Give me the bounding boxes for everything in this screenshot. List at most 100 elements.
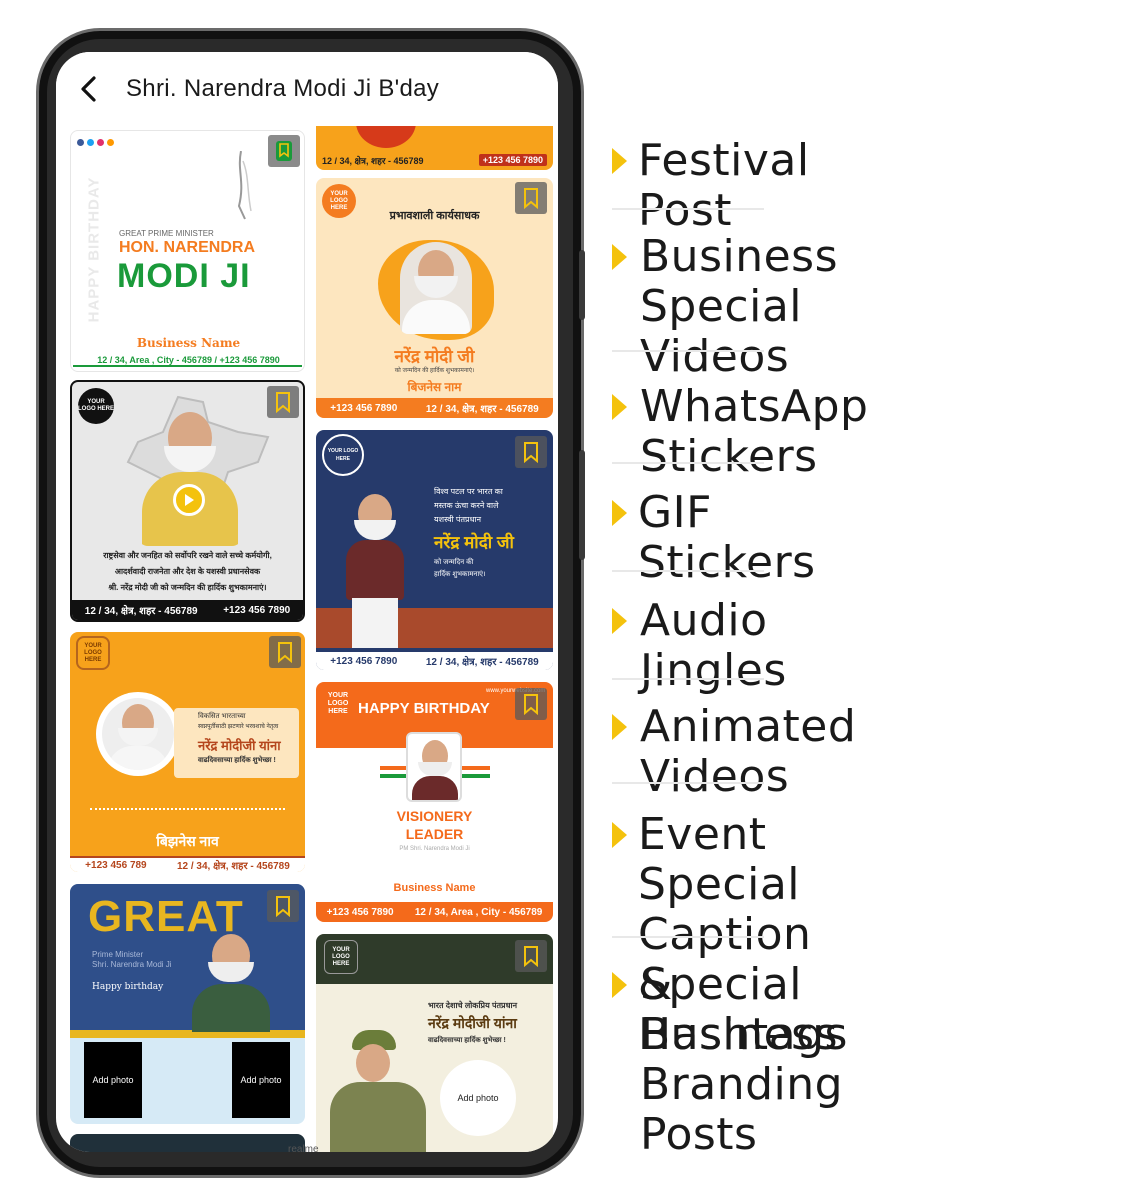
logo-placeholder: YOUR LOGO HERE [322, 434, 364, 476]
card-line-3: Happy birthday [92, 982, 164, 992]
card-line-1: GREAT PRIME MINISTER [119, 229, 214, 238]
card-line-1: राष्ट्रसेवा और जनहित को सर्वोपरि रखने वा… [103, 551, 272, 560]
divider [90, 808, 285, 810]
divider [612, 350, 764, 352]
logo-placeholder: YOUR LOGO HERE [76, 636, 110, 670]
arrow-bullet-icon [612, 148, 627, 174]
template-card[interactable]: YOUR LOGO HERE विकसित भारताच्या स्वप्नपू… [70, 632, 305, 872]
bookmark-button[interactable] [515, 182, 547, 214]
card-line-1: Prime Minister [92, 950, 144, 959]
card-heading: HAPPY BIRTHDAY [358, 700, 490, 717]
bookmark-icon [524, 946, 538, 967]
arrow-bullet-icon [612, 714, 627, 740]
logo-placeholder: YOUR LOGO HERE [327, 692, 349, 715]
card-line-2: Shri. Narendra Modi Ji [92, 960, 172, 969]
arrow-bullet-icon [612, 972, 627, 998]
template-card[interactable] [70, 1134, 305, 1152]
template-card[interactable]: YOUR LOGO HERE भारत देशाचे लोकप्रिय पंतप… [316, 934, 553, 1152]
card-footer-bar: +123 456 7890 12 / 34, Area , City - 456… [316, 902, 553, 922]
address-text: 12 / 34, क्षेत्र, शहर - 456789 [176, 861, 290, 872]
card-business: Business Name [393, 882, 476, 894]
wish-text: को जन्मदिन की हार्दिक शुभकामनाएं। [394, 368, 475, 374]
card-line-2: मस्तक ऊंचा करने वाले [434, 501, 499, 510]
wish-text: वाढदिवसाच्या हार्दिक शुभेच्छा ! [198, 757, 276, 764]
card-line-2: HON. NARENDRA [119, 239, 255, 256]
template-card[interactable]: YOUR LOGO HERE प्रभावशाली कार्यसाधक नरें… [316, 178, 553, 418]
bookmark-button[interactable] [515, 436, 547, 468]
feature-label: Special Business Branding Posts [640, 959, 844, 1160]
bookmark-icon [524, 442, 538, 463]
card-business: बिजनेस नाम [407, 380, 462, 394]
bookmark-icon [276, 141, 292, 161]
add-photo-slot[interactable]: Add photo [440, 1060, 516, 1136]
promo-stage: Shri. Narendra Modi Ji B'day HAPPY BIRTH… [0, 0, 1124, 1204]
phone-text: +123 456 7890 [330, 655, 398, 667]
title-line-1: VISIONERY [396, 808, 473, 824]
add-photo-slot[interactable]: Add photo [232, 1042, 290, 1118]
template-card[interactable]: GREAT Prime Minister Shri. Narendra Modi… [70, 884, 305, 1124]
address-text: 12 / 34, Area , City - 456789 [414, 906, 543, 918]
card-line-1: भारत देशाचे लोकप्रिय पंतप्रधान [428, 1001, 518, 1010]
bookmark-icon [276, 896, 290, 917]
template-card[interactable]: YOUR LOGO HERE राष्ट्रसेवा और जनहित को स… [70, 380, 305, 622]
decor-figure [237, 151, 252, 220]
decor-circle [356, 126, 416, 148]
bookmark-button[interactable] [268, 135, 300, 167]
phone-volume-button [579, 250, 585, 320]
leader-portrait [322, 1026, 432, 1152]
bookmark-icon [524, 188, 538, 209]
bookmark-button[interactable] [267, 890, 299, 922]
template-card[interactable]: YOUR LOGO HERE विश्व पटल पर भारत का मस्त… [316, 430, 553, 670]
leader-portrait [138, 406, 242, 546]
play-button[interactable] [173, 484, 205, 516]
card-line-3: श्री. नरेंद्र मोदी जी को जन्मदिन की हार्… [108, 583, 267, 592]
template-card[interactable]: HAPPY BIRTHDAY GREAT PRIME MINISTER HON.… [70, 130, 305, 372]
template-card[interactable]: 12 / 34, क्षेत्र, शहर - 456789 +123 456 … [316, 126, 553, 170]
card-footer: 12 / 34, Area , City - 456789 / +123 456… [97, 355, 280, 365]
social-icons [77, 139, 114, 146]
feature-label: Festival Post [638, 135, 810, 236]
bookmark-button[interactable] [515, 688, 547, 720]
divider [612, 678, 764, 680]
leader-portrait [102, 698, 174, 770]
bookmark-icon [524, 694, 538, 715]
leader-portrait [400, 242, 472, 334]
card-line-3: MODI JI [117, 257, 251, 295]
divider [612, 570, 764, 572]
play-icon [185, 494, 194, 506]
page-title: Shri. Narendra Modi Ji B'day [126, 75, 440, 102]
divider [612, 782, 764, 784]
wish-line-1: को जन्मदिन की [434, 559, 474, 566]
phone-text: +123 456 789 [85, 859, 147, 871]
back-button[interactable] [74, 74, 104, 104]
leader-portrait [340, 490, 410, 648]
leader-portrait [186, 928, 276, 1032]
add-photo-slot[interactable]: Add photo [84, 1042, 142, 1118]
feature-label: Animated Videos [640, 701, 857, 802]
bookmark-button[interactable] [269, 636, 301, 668]
bookmark-button[interactable] [515, 940, 547, 972]
address-text: 12 / 34, क्षेत्र, शहर - 456789 [425, 404, 539, 415]
leader-name: नरेंद्र मोदीजी यांना [428, 1015, 517, 1031]
title-line-2: LEADER [405, 826, 464, 842]
card-footer-bar: +123 456 7890 12 / 34, क्षेत्र, शहर - 45… [316, 398, 553, 418]
bookmark-icon [278, 642, 292, 663]
template-card[interactable]: YOUR LOGO HERE www.yourwebsite.com HAPPY… [316, 682, 553, 922]
phone-brand-mark: realme [288, 1144, 319, 1155]
leader-name: नरेंद्र मोदी जी [394, 347, 475, 366]
card-footer-bar: 12 / 34, क्षेत्र, शहर - 456789 +123 456 … [72, 600, 303, 620]
card-footer-bar: 12 / 34, क्षेत्र, शहर - 456789 +123 456 … [316, 152, 553, 168]
arrow-bullet-icon [612, 608, 627, 634]
app-bar: Shri. Narendra Modi Ji B'day [56, 52, 558, 126]
card-business: Business Name [136, 336, 241, 350]
feature-label: WhatsApp Stickers [640, 381, 869, 482]
card-line-1: विकसित भारताच्या [198, 713, 246, 720]
feature-label: GIF Stickers [638, 487, 816, 588]
divider [73, 365, 302, 367]
logo-placeholder: YOUR LOGO HERE [324, 940, 358, 974]
arrow-bullet-icon [612, 394, 627, 420]
card-line-1: विश्व पटल पर भारत का [434, 487, 503, 496]
wish-line-2: हार्दिक शुभकामनाएं। [434, 571, 486, 578]
bookmark-button[interactable] [267, 386, 299, 418]
divider [612, 208, 764, 210]
